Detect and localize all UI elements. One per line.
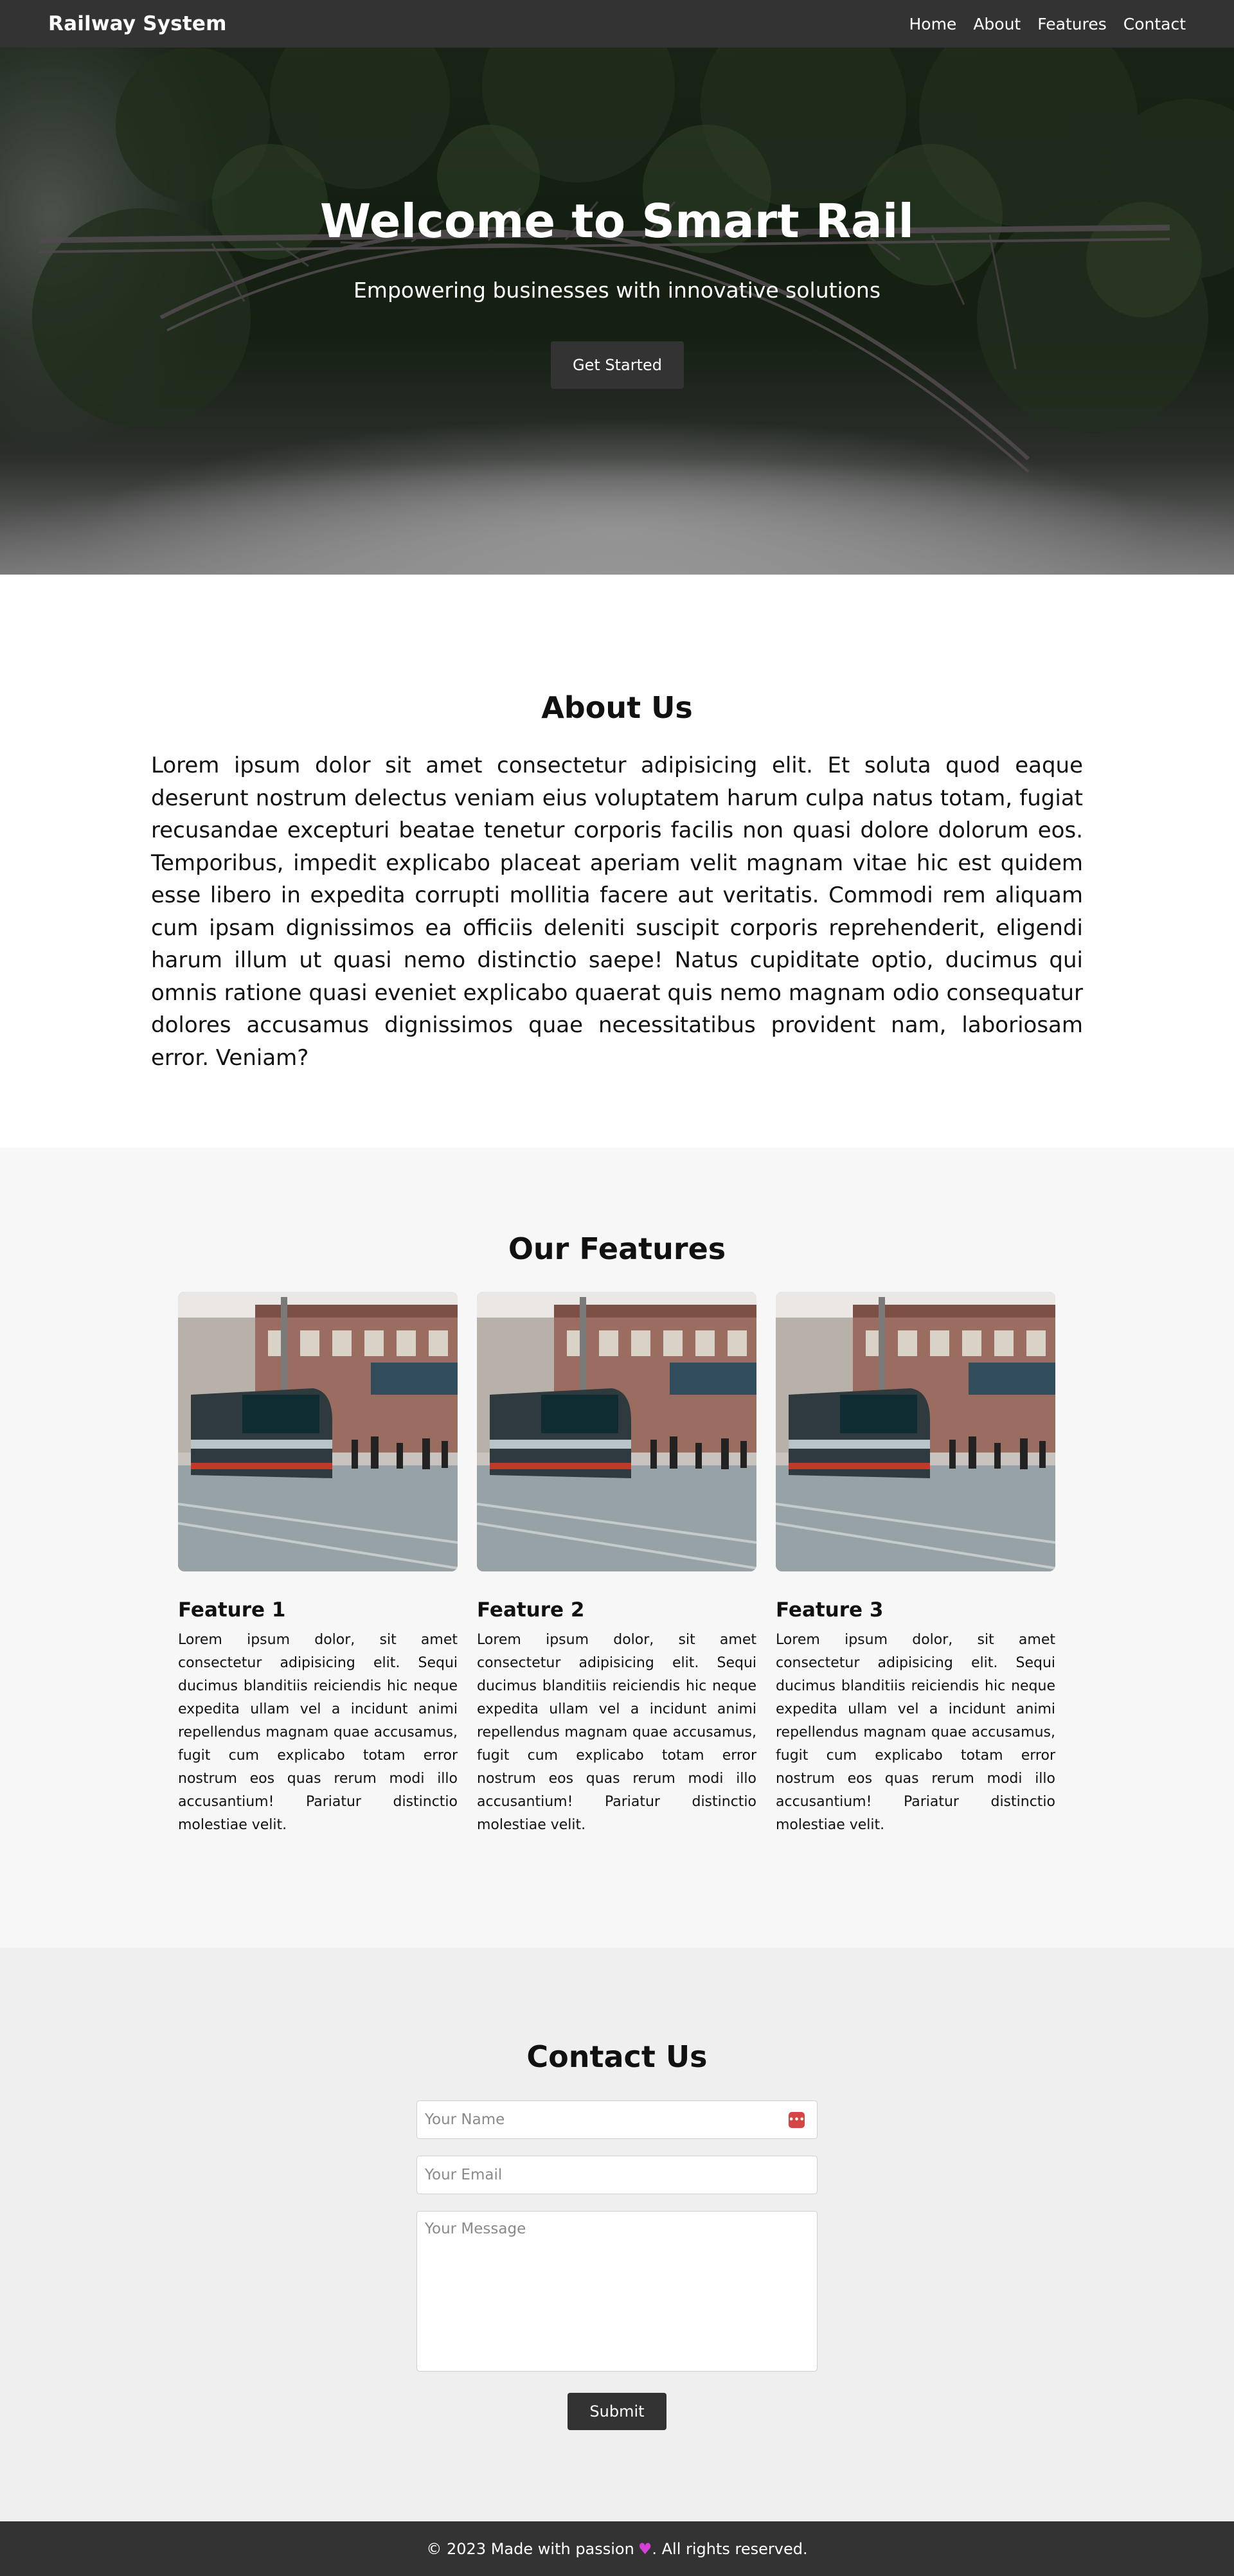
feature-card: Feature 1 Lorem ipsum dolor, sit amet co… <box>178 1292 458 1833</box>
about-section: About Us Lorem ipsum dolor sit amet cons… <box>0 575 1234 1148</box>
feature-desc: Lorem ipsum dolor, sit amet consectetur … <box>776 1632 1055 1833</box>
feature-desc: Lorem ipsum dolor, sit amet consectetur … <box>178 1632 458 1833</box>
feature-title: Feature 2 <box>477 1598 585 1622</box>
feature-image-tram <box>776 1292 1055 1571</box>
feature-card: Feature 3 Lorem ipsum dolor, sit amet co… <box>776 1292 1055 1833</box>
features-title: Our Features <box>508 1231 726 1266</box>
brand-logo[interactable]: Railway System <box>48 12 227 35</box>
contact-section: Contact Us ••• Submit <box>0 1947 1234 2521</box>
tram-image <box>477 1292 756 1571</box>
feature-image-tram <box>178 1292 458 1571</box>
about-text: Lorem ipsum dolor sit amet consectetur a… <box>151 753 1083 1071</box>
contact-title: Contact Us <box>526 2039 708 2074</box>
message-field[interactable] <box>416 2211 818 2372</box>
feature-image-tram <box>477 1292 756 1571</box>
feature-card: Feature 2 Lorem ipsum dolor, sit amet co… <box>477 1292 756 1833</box>
submit-button[interactable]: Submit <box>568 2393 666 2430</box>
nav-links: Home About Features Contact <box>909 15 1186 33</box>
nav-link-features[interactable]: Features <box>1037 15 1107 33</box>
password-manager-icon[interactable]: ••• <box>789 2112 805 2128</box>
hero-section: Welcome to Smart Rail Empowering busines… <box>0 48 1234 575</box>
features-section: Our Features Feature 1 Lorem ipsum dolor… <box>0 1148 1234 1947</box>
tram-image <box>178 1292 458 1571</box>
hero-title: Welcome to Smart Rail <box>319 194 915 248</box>
about-title: About Us <box>541 690 693 725</box>
footer-text-before: © 2023 Made with passion <box>426 2539 634 2558</box>
nav-link-about[interactable]: About <box>973 15 1021 33</box>
footer-text-after: . All rights reserved. <box>652 2539 808 2558</box>
email-field[interactable] <box>416 2156 818 2194</box>
footer: © 2023 Made with passion ♥ . All rights … <box>0 2521 1234 2576</box>
heart-icon: ♥ <box>638 2539 652 2558</box>
feature-title: Feature 1 <box>178 1598 286 1622</box>
hero-content: Welcome to Smart Rail Empowering busines… <box>0 48 1234 575</box>
hero-subtitle: Empowering businesses with innovative so… <box>353 278 881 303</box>
nav-link-contact[interactable]: Contact <box>1123 15 1186 33</box>
tram-image <box>776 1292 1055 1571</box>
name-field[interactable] <box>416 2100 818 2139</box>
feature-desc: Lorem ipsum dolor, sit amet consectetur … <box>477 1632 756 1833</box>
get-started-button[interactable]: Get Started <box>551 341 684 389</box>
navbar: Railway System Home About Features Conta… <box>0 0 1234 48</box>
nav-link-home[interactable]: Home <box>909 15 956 33</box>
feature-title: Feature 3 <box>776 1598 884 1622</box>
